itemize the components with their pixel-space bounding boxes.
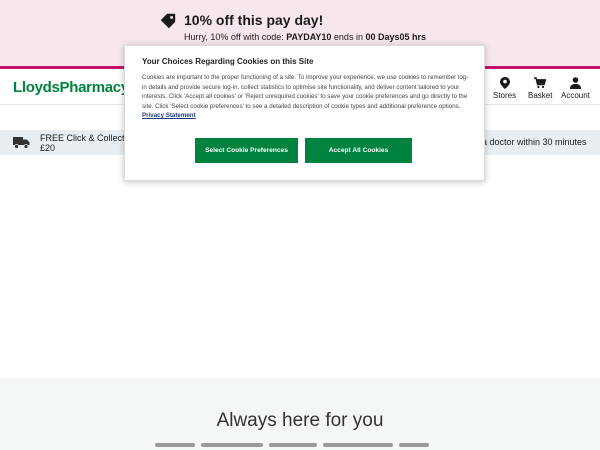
promo-sub-mid: ends in (331, 32, 366, 42)
logo-part-lloyds: Lloyds (13, 79, 60, 96)
cookie-dialog-text: Cookies are important to the proper func… (142, 74, 469, 110)
stores-button[interactable]: Stores (493, 77, 516, 100)
promo-code: PAYDAY10 (286, 32, 332, 42)
accept-all-cookies-button[interactable]: Accept All Cookies (305, 138, 412, 163)
basket-label: Basket (528, 91, 553, 100)
site-logo[interactable]: LloydsPharmacy (13, 79, 129, 96)
select-cookie-preferences-button[interactable]: Select Cookie Preferences (195, 138, 298, 163)
user-icon (569, 77, 581, 89)
location-pin-icon (499, 77, 510, 89)
promo-subtitle: Hurry, 10% off with code: PAYDAY10 ends … (184, 32, 426, 42)
cookie-dialog-title: Your Choices Regarding Cookies on this S… (142, 57, 314, 66)
footer-cutoff-text (155, 443, 445, 449)
privacy-statement-link[interactable]: Privacy Statement (142, 112, 196, 119)
doctor-text[interactable]: a doctor within 30 minutes (482, 137, 587, 147)
footer-heading: Always here for you (216, 410, 384, 431)
delivery-truck-icon (13, 137, 30, 149)
cart-icon (534, 77, 547, 89)
promo-countdown: 00 Days05 hrs (365, 32, 426, 42)
account-button[interactable]: Account (561, 77, 590, 100)
click-collect-line2: £20 (40, 143, 56, 153)
logo-part-pharmacy: Pharmacy (59, 79, 130, 96)
cookie-dialog-body: Cookies are important to the proper func… (142, 73, 472, 121)
basket-button[interactable]: Basket (528, 77, 552, 100)
tag-icon (160, 13, 176, 29)
account-label: Account (561, 91, 590, 100)
promo-title: 10% off this pay day! (184, 12, 324, 28)
click-collect-line1: FREE Click & Collect o (40, 133, 133, 143)
promo-sub-prefix: Hurry, 10% off with code: (184, 32, 287, 42)
stores-label: Stores (493, 91, 517, 100)
click-collect-text[interactable]: FREE Click & Collect o £20 (40, 133, 132, 153)
cookie-consent-dialog: Your Choices Regarding Cookies on this S… (124, 45, 485, 181)
